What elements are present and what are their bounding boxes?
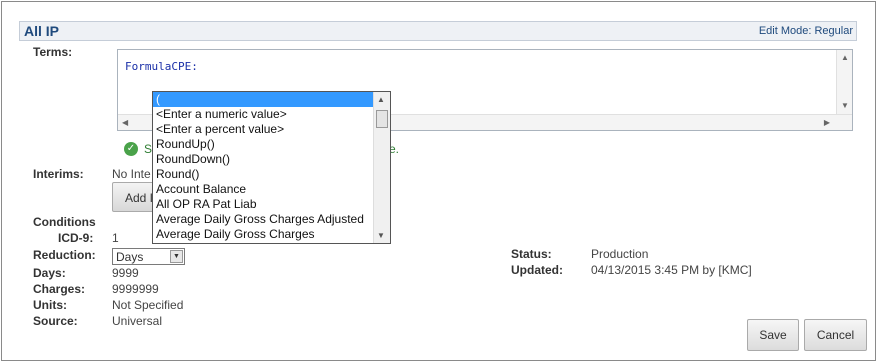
dropdown-option[interactable]: Average Daily Gross Charges Adjusted (153, 212, 390, 227)
charges-value: 9999999 (112, 282, 159, 296)
scroll-left-icon[interactable]: ◀ (122, 118, 128, 127)
interims-label: Interims: (33, 167, 84, 181)
icd9-value: 1 (112, 231, 119, 245)
scroll-up-icon[interactable]: ▲ (377, 95, 385, 104)
dropdown-option[interactable]: <Enter a percent value> (153, 122, 390, 137)
formula-text: FormulaCPE: (125, 60, 198, 73)
edit-mode-link[interactable]: Edit Mode: Regular (759, 25, 853, 37)
units-value: Not Specified (112, 298, 184, 312)
dropdown-items: (<Enter a numeric value> <Enter a percent… (153, 92, 390, 242)
dropdown-option[interactable]: <Enter a numeric value> (153, 107, 390, 122)
panel-title: All IP (24, 23, 60, 39)
days-value: 9999 (112, 266, 139, 280)
editor-vertical-scrollbar[interactable]: ▲ ▼ (836, 50, 852, 114)
scroll-right-icon[interactable]: ▶ (824, 118, 830, 127)
dropdown-option[interactable]: Account Balance (153, 182, 390, 197)
source-label: Source: (33, 314, 78, 328)
panel-header: All IP Edit Mode: Regular (19, 21, 857, 41)
dropdown-scrollbar[interactable]: ▲ ▼ (373, 92, 390, 243)
interims-value: No Inte (112, 167, 151, 181)
scroll-down-icon[interactable]: ▼ (377, 231, 385, 240)
scroll-down-icon[interactable]: ▼ (841, 101, 849, 110)
cancel-button[interactable]: Cancel (804, 319, 867, 351)
units-label: Units: (33, 298, 67, 312)
reduction-label: Reduction: (33, 248, 96, 262)
dropdown-option[interactable]: All OP RA Pat Liab (153, 197, 390, 212)
status-label: Status: (511, 247, 552, 261)
dropdown-option[interactable]: ( (153, 92, 390, 107)
status-value: Production (591, 247, 649, 261)
edit-panel: All IP Edit Mode: Regular Terms: Formula… (1, 1, 876, 361)
dropdown-option[interactable]: Average Daily Gross Charges (153, 227, 390, 242)
icd9-label: ICD-9: (58, 231, 94, 245)
reduction-select-value: Days (116, 250, 144, 264)
validation-message: S (144, 142, 153, 156)
conditions-label: Conditions (33, 215, 96, 229)
days-label: Days: (33, 266, 66, 280)
updated-label: Updated: (511, 263, 563, 277)
terms-label: Terms: (33, 45, 73, 59)
scrollbar-thumb[interactable] (376, 110, 388, 128)
save-button[interactable]: Save (747, 319, 799, 351)
dropdown-option[interactable]: RoundDown() (153, 152, 390, 167)
charges-label: Charges: (33, 282, 86, 296)
updated-value: 04/13/2015 3:45 PM by [KMC] (591, 263, 752, 277)
chevron-down-icon[interactable]: ▼ (170, 250, 183, 263)
source-value: Universal (112, 314, 163, 328)
scroll-up-icon[interactable]: ▲ (841, 53, 849, 62)
dropdown-option[interactable]: Round() (153, 167, 390, 182)
formula-dropdown-list[interactable]: (<Enter a numeric value> <Enter a percent… (152, 91, 391, 244)
dropdown-option[interactable]: RoundUp() (153, 137, 390, 152)
check-icon: ✓ (124, 142, 138, 156)
reduction-select[interactable]: Days ▼ (112, 248, 185, 265)
